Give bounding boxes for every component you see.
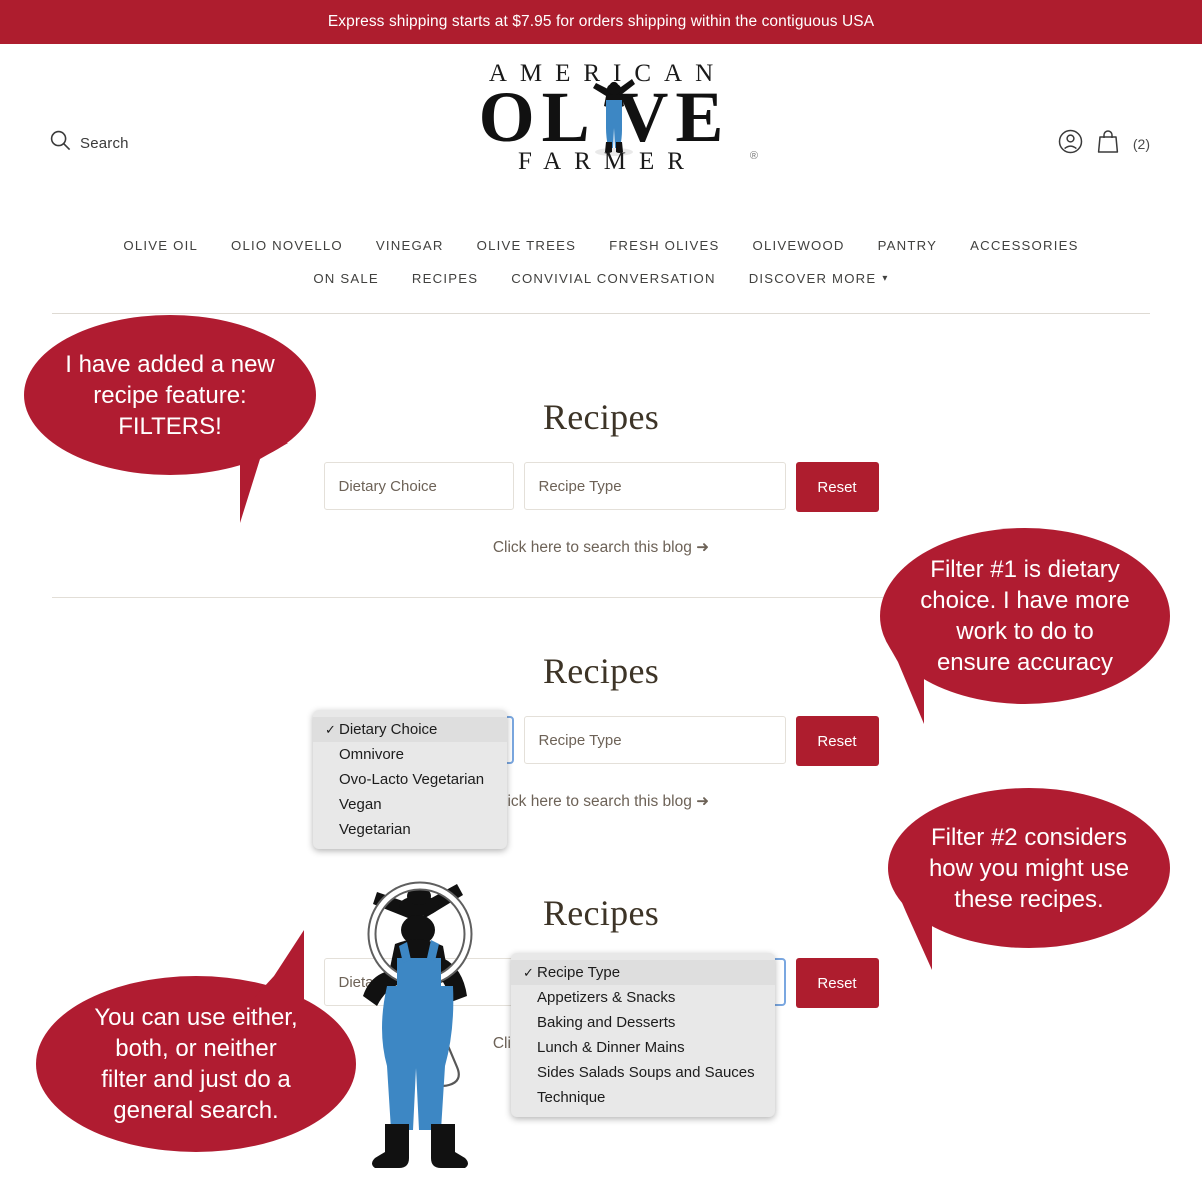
dropdown-option-vegetarian[interactable]: Vegetarian (313, 817, 507, 842)
nav-item-fresh-olives[interactable]: FRESH OLIVES (609, 238, 719, 253)
bubble-tail (240, 443, 288, 523)
annotation-bubble-1: I have added a new recipe feature: FILTE… (24, 315, 316, 523)
nav-row-primary: OLIVE OIL OLIO NOVELLO VINEGAR OLIVE TRE… (0, 229, 1202, 262)
dietary-choice-value: Dietary Choice (338, 477, 437, 495)
nav-item-olivewood[interactable]: OLIVEWOOD (753, 238, 845, 253)
dropdown-option-label: Sides Salads Soups and Sauces (537, 1064, 755, 1081)
annotation-bubble-2: Filter #1 is dietary choice. I have more… (880, 528, 1170, 724)
nav-divider (52, 313, 1150, 314)
dropdown-option-lunch-dinner-mains[interactable]: Lunch & Dinner Mains (511, 1035, 775, 1060)
logo-line-farmer: FARMER (518, 148, 697, 175)
site-logo[interactable]: AMERICAN OL VE FARMER ® (451, 58, 758, 178)
nav-item-vinegar[interactable]: VINEGAR (376, 238, 444, 253)
nav-item-accessories[interactable]: ACCESSORIES (970, 238, 1078, 253)
recipe-type-select[interactable]: Recipe Type (523, 716, 786, 764)
dropdown-option-recipe-type[interactable]: ✓ Recipe Type (511, 960, 775, 985)
dropdown-option-vegan[interactable]: Vegan (313, 792, 507, 817)
dropdown-option-label: Lunch & Dinner Mains (537, 1039, 685, 1056)
announcement-bar: Express shipping starts at $7.95 for ord… (0, 0, 1202, 44)
logo-registered-mark: ® (749, 150, 758, 162)
check-icon: ✓ (523, 964, 534, 980)
dropdown-option-label: Vegetarian (339, 821, 411, 838)
chevron-down-icon: ▾ (882, 273, 889, 284)
dropdown-option-label: Appetizers & Snacks (537, 989, 676, 1006)
dropdown-option-appetizers-snacks[interactable]: Appetizers & Snacks (511, 985, 775, 1010)
dropdown-option-label: Dietary Choice (339, 721, 438, 738)
announcement-text: Express shipping starts at $7.95 for ord… (327, 13, 875, 30)
cart-item-count: (2) (1132, 135, 1150, 152)
shopping-bag-icon[interactable] (1096, 128, 1120, 159)
dropdown-option-label: Baking and Desserts (537, 1014, 676, 1031)
bubble-text: You can use either, both, or neither fil… (94, 1004, 298, 1124)
bubble-text: Filter #1 is dietary choice. I have more… (920, 556, 1130, 676)
dropdown-option-sides-salads-soups-sauces[interactable]: Sides Salads Soups and Sauces (511, 1060, 775, 1085)
dropdown-option-dietary-choice[interactable]: ✓ Dietary Choice (313, 717, 507, 742)
account-icon[interactable] (1058, 129, 1083, 159)
nav-item-discover-more[interactable]: DISCOVER MORE ▾ (749, 271, 889, 286)
annotation-bubble-3: Filter #2 considers how you might use th… (888, 788, 1170, 970)
search-button[interactable]: Search (50, 130, 129, 156)
reset-button[interactable]: Reset (795, 958, 879, 1008)
site-header: Search AMERICAN OL VE FARMER ® (2) (0, 44, 1202, 229)
nav-item-olive-oil[interactable]: OLIVE OIL (123, 238, 198, 253)
bubble-tail (252, 930, 304, 1000)
dropdown-option-technique[interactable]: Technique (511, 1085, 775, 1110)
dietary-choice-select[interactable]: Dietary Choice (323, 462, 514, 510)
nav-item-convivial-conversation[interactable]: CONVIVIAL CONVERSATION (511, 271, 715, 286)
dropdown-option-label: Omnivore (339, 746, 405, 763)
nav-item-olio-novello[interactable]: OLIO NOVELLO (231, 238, 343, 253)
dropdown-option-label: Vegan (339, 796, 382, 813)
farmer-mascot-logo-icon (593, 79, 635, 156)
reset-button[interactable]: Reset (795, 716, 879, 766)
dropdown-option-ovo-lacto-vegetarian[interactable]: Ovo-Lacto Vegetarian (313, 767, 507, 792)
bubble-text: I have added a new recipe feature: FILTE… (65, 350, 275, 440)
filter-row-2: Dietary Choice Recipe Type Reset (0, 716, 1202, 766)
header-actions: (2) (1058, 128, 1150, 159)
dropdown-option-label: Technique (537, 1089, 606, 1106)
recipe-type-dropdown[interactable]: ✓ Recipe Type Appetizers & Snacks Baking… (511, 953, 775, 1117)
dropdown-option-omnivore[interactable]: Omnivore (313, 742, 507, 767)
nav-item-pantry[interactable]: PANTRY (878, 238, 937, 253)
recipe-type-value: Recipe Type (538, 731, 622, 749)
dropdown-option-label: Ovo-Lacto Vegetarian (339, 771, 485, 788)
recipe-type-select[interactable]: Recipe Type (523, 462, 786, 510)
bubble-text: Filter #2 considers how you might use th… (928, 823, 1130, 913)
nav-row-secondary: ON SALE RECIPES CONVIVIAL CONVERSATION D… (0, 262, 1202, 295)
dropdown-option-baking-desserts[interactable]: Baking and Desserts (511, 1010, 775, 1035)
check-icon: ✓ (325, 721, 336, 737)
annotation-bubble-4: You can use either, both, or neither fil… (36, 930, 356, 1152)
nav-item-on-sale[interactable]: ON SALE (313, 271, 379, 286)
reset-button[interactable]: Reset (795, 462, 879, 512)
main-navigation: OLIVE OIL OLIO NOVELLO VINEGAR OLIVE TRE… (0, 229, 1202, 314)
dropdown-option-label: Recipe Type (537, 964, 621, 981)
search-icon (50, 130, 71, 156)
search-label: Search (80, 134, 129, 152)
nav-item-olive-trees[interactable]: OLIVE TREES (477, 238, 576, 253)
dietary-choice-dropdown[interactable]: ✓ Dietary Choice Omnivore Ovo-Lacto Vege… (313, 710, 507, 849)
nav-item-recipes[interactable]: RECIPES (412, 271, 478, 286)
recipe-type-value: Recipe Type (538, 477, 622, 495)
nav-item-discover-more-label: DISCOVER MORE (748, 271, 877, 286)
